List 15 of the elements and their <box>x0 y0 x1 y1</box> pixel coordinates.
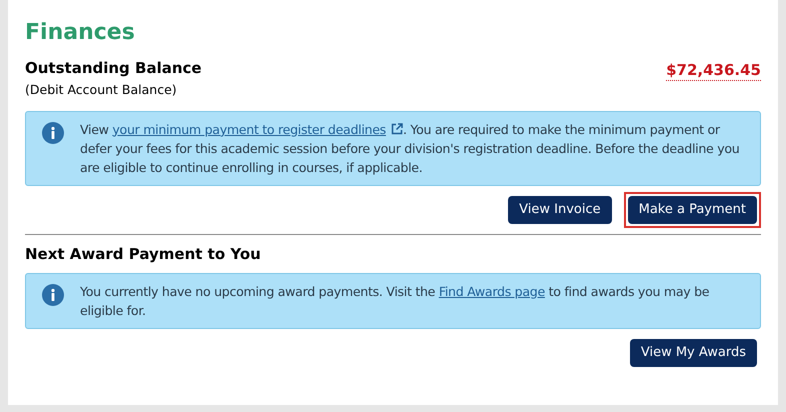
page-title: Finances <box>25 19 136 47</box>
info-message: View your minimum payment to register deadlines . You are required to make the minimum payment or defer your fees for this academic session before your division's registration deadline. Before the deadline you are eligible to continue enrolling in courses, if applicable. <box>80 120 740 177</box>
info-link[interactable]: Find Awards page <box>438 284 545 299</box>
action-button[interactable]: View Invoice <box>508 196 612 224</box>
balance-sublabel: (Debit Account Balance) <box>25 81 178 99</box>
section-heading: Next Award Payment to You <box>25 244 262 264</box>
balance-amount: $72,436.45 <box>666 59 761 81</box>
action-button[interactable]: Make a Payment <box>628 196 757 224</box>
info-link[interactable]: your minimum payment to register deadlines <box>112 122 403 137</box>
info-message: You currently have no upcoming award payments. Visit the Find Awards page to find awards you may be eligible for. <box>80 282 710 320</box>
balance-label: Outstanding Balance <box>25 58 202 78</box>
info-icon <box>42 122 64 144</box>
info-icon <box>42 284 64 306</box>
external-link-icon <box>390 122 403 135</box>
action-button[interactable]: View My Awards <box>630 338 757 367</box>
